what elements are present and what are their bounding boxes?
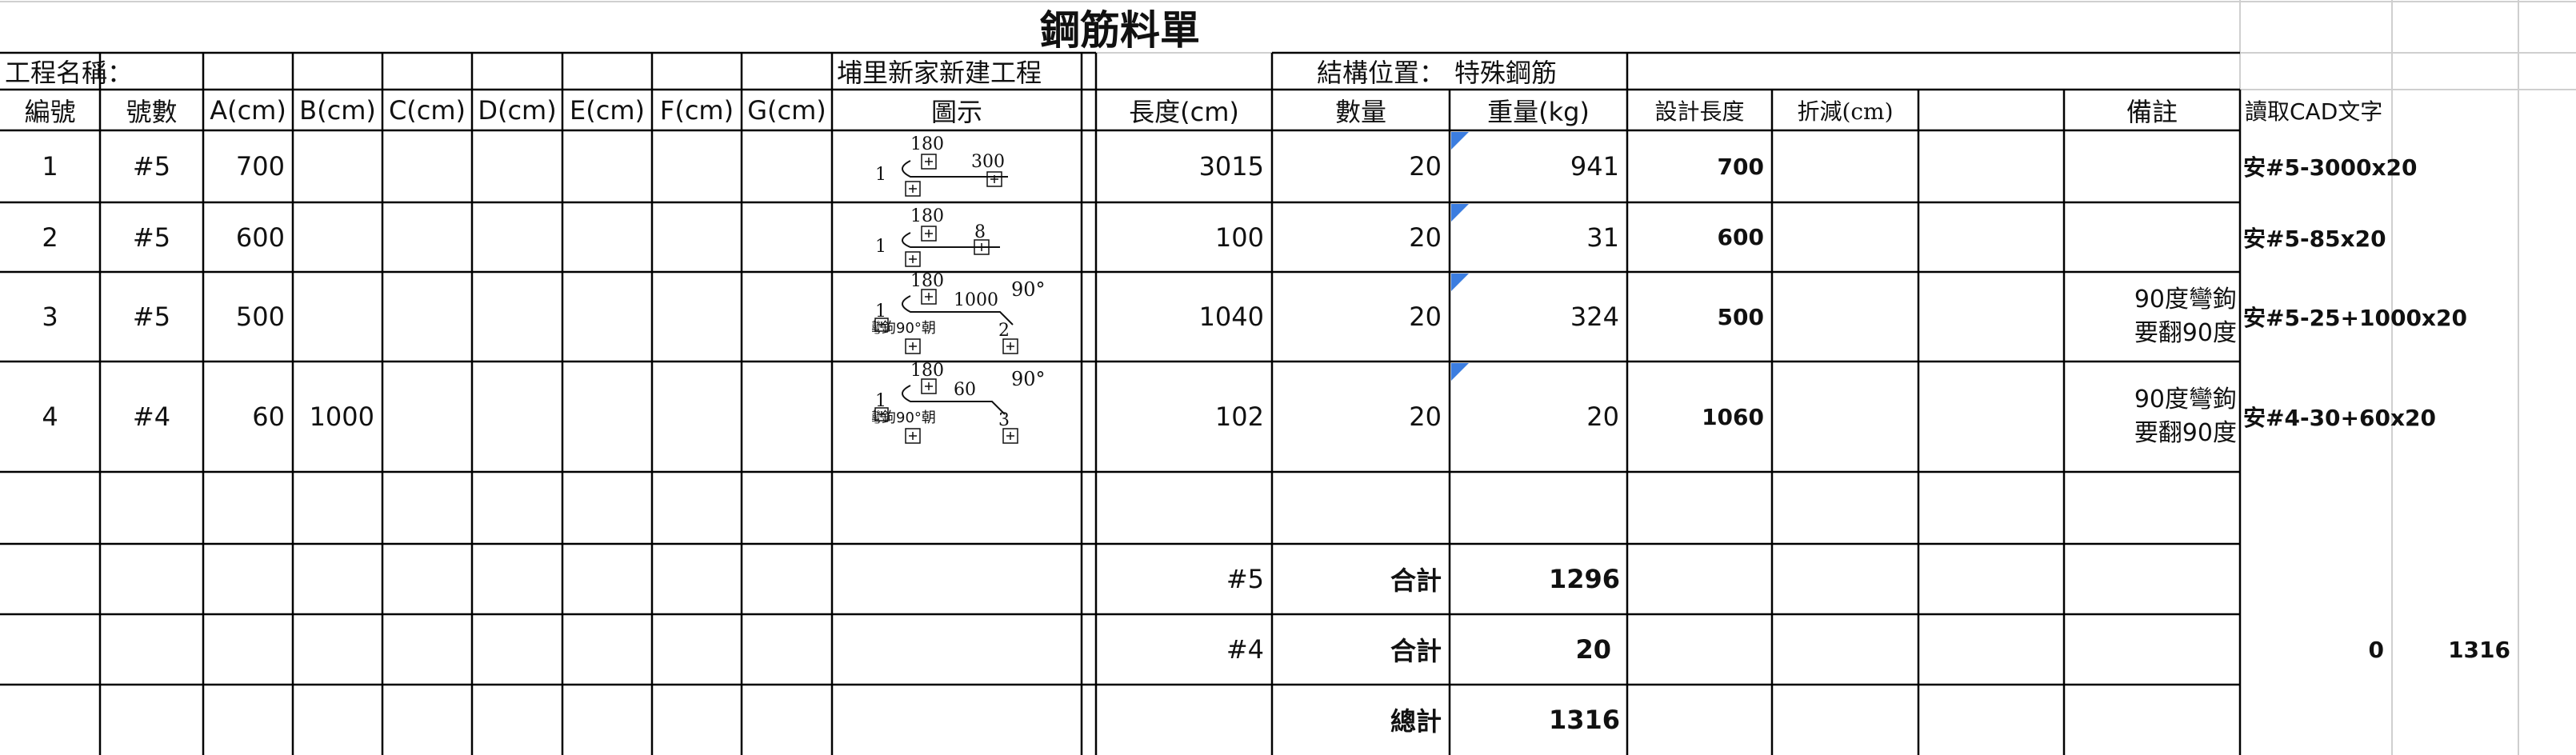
header-a: A(cm) [210, 94, 286, 126]
row1-bend-diagram: 1 180 300 [875, 134, 1008, 197]
row2-design-length: 600 [1717, 224, 1764, 250]
row4-cad-text: 安#4-30+60x20 [2243, 405, 2436, 431]
location-value: 特殊鋼筋 [1454, 58, 1558, 88]
header-g: G(cm) [747, 94, 826, 126]
row4-remark-line2: 要翻90度 [2134, 419, 2237, 447]
row3-length: 1040 [1198, 302, 1264, 332]
row1-size: #5 [132, 151, 171, 182]
row3-bend-diagram: 1 彎鉤90°朝 180 1000 90° 2 [872, 272, 1046, 354]
header-length: 長度(cm) [1129, 96, 1239, 127]
row2-b [293, 202, 382, 272]
subtotal5-label: 合計 [1390, 565, 1442, 596]
row3-remark-line2: 要翻90度 [2134, 319, 2237, 347]
svg-text:90°: 90° [1011, 278, 1046, 301]
header-b: B(cm) [299, 94, 376, 126]
row2-bend-diagram: 1 180 8 [875, 206, 1000, 267]
row1-qty: 20 [1409, 151, 1442, 182]
header-e: E(cm) [570, 94, 645, 126]
header-c: C(cm) [388, 94, 466, 126]
row1-b [293, 130, 382, 202]
row3-weight: 324 [1570, 302, 1619, 332]
extra-zero-value: 0 [2368, 636, 2384, 663]
svg-text:1: 1 [875, 237, 886, 257]
svg-text:2: 2 [998, 321, 1010, 341]
row2-weight: 31 [1586, 222, 1619, 253]
subtotal4-label: 合計 [1390, 636, 1442, 666]
project-name: 埔里新家新建工程 [837, 58, 1042, 88]
row4-remark-line1: 90度彎鉤 [2134, 385, 2237, 413]
header-remark: 備註 [2126, 96, 2178, 127]
svg-text:彎鉤90°朝: 彎鉤90°朝 [872, 320, 936, 337]
total-size5-label: #5 [1226, 564, 1264, 594]
row3-cad-text: 安#5-25+1000x20 [2243, 305, 2467, 331]
svg-text:300: 300 [971, 152, 1005, 172]
row4-weight: 20 [1586, 401, 1619, 432]
row4-b: 1000 [309, 401, 374, 432]
row3-a: 500 [235, 302, 285, 332]
row1-weight: 941 [1570, 151, 1619, 182]
row3-remark-line1: 90度彎鉤 [2134, 286, 2237, 314]
row4-bend-diagram: 1 彎鉤90°朝 180 60 90° 3 [872, 362, 1046, 444]
project-label: 工程名稱： [5, 58, 134, 88]
row4-design-length: 1060 [1702, 403, 1764, 430]
header-qty: 數量 [1334, 96, 1386, 127]
row2-qty: 20 [1409, 222, 1442, 253]
svg-text:90°: 90° [1011, 368, 1046, 390]
row3-size: #5 [132, 302, 171, 332]
row4-length: 102 [1214, 401, 1264, 432]
row4-size: #4 [132, 401, 171, 432]
row3-design-length: 500 [1717, 303, 1764, 330]
subtotal4-value: 20 [1575, 634, 1611, 665]
row2-a: 600 [235, 222, 285, 253]
grand-total-label: 總計 [1390, 706, 1442, 737]
row4-a: 60 [252, 401, 285, 432]
row3-remark: 90度彎鉤 要翻90度 [2064, 272, 2240, 362]
location-label: 結構位置： [1316, 58, 1445, 88]
row2-no: 2 [42, 222, 58, 253]
row4-qty: 20 [1409, 401, 1442, 432]
svg-text:180: 180 [910, 272, 944, 291]
subtotal5-value: 1296 [1549, 564, 1621, 594]
header-f: F(cm) [659, 94, 734, 126]
svg-text:180: 180 [910, 362, 944, 381]
svg-text:1000: 1000 [954, 290, 998, 310]
row1-a: 700 [235, 151, 285, 182]
row1-design-length: 700 [1717, 153, 1764, 180]
row4-remark: 90度彎鉤 要翻90度 [2064, 362, 2240, 472]
row3-b [293, 272, 382, 362]
header-reduction: 折減(cm) [1797, 98, 1894, 125]
header-no: 編號 [24, 96, 76, 127]
header-design-length: 設計長度 [1654, 98, 1745, 125]
svg-text:1: 1 [875, 165, 886, 185]
rebar-schedule-sheet: 鋼筋料單 工程名稱： 埔里新家新建工程 結構位置： 特殊鋼筋 編號 號數 A(c… [0, 0, 2576, 755]
row2-cad-text: 安#5-85x20 [2243, 225, 2386, 252]
row3-no: 3 [42, 302, 58, 332]
header-cad-text: 讀取CAD文字 [2245, 98, 2383, 125]
row4-no: 4 [42, 401, 58, 432]
extra-total-value: 1316 [2448, 636, 2510, 663]
row1-cad-text: 安#5-3000x20 [2243, 154, 2418, 181]
row1-length: 3015 [1198, 151, 1264, 182]
total-size4-label: #4 [1226, 634, 1264, 665]
svg-text:180: 180 [910, 134, 944, 154]
svg-text:3: 3 [998, 410, 1010, 430]
header-diagram: 圖示 [930, 96, 982, 127]
row3-qty: 20 [1409, 302, 1442, 332]
header-weight: 重量(kg) [1487, 96, 1590, 127]
row2-length: 100 [1214, 222, 1264, 253]
svg-text:彎鉤90°朝: 彎鉤90°朝 [872, 409, 936, 426]
header-d: D(cm) [478, 94, 557, 126]
header-size: 號數 [126, 96, 178, 127]
grand-total-value: 1316 [1549, 705, 1621, 735]
row1-no: 1 [42, 151, 58, 182]
svg-text:60: 60 [954, 380, 976, 400]
sheet-title: 鋼筋料單 [1040, 7, 1200, 53]
row2-size: #5 [132, 222, 171, 253]
svg-text:180: 180 [910, 206, 944, 226]
